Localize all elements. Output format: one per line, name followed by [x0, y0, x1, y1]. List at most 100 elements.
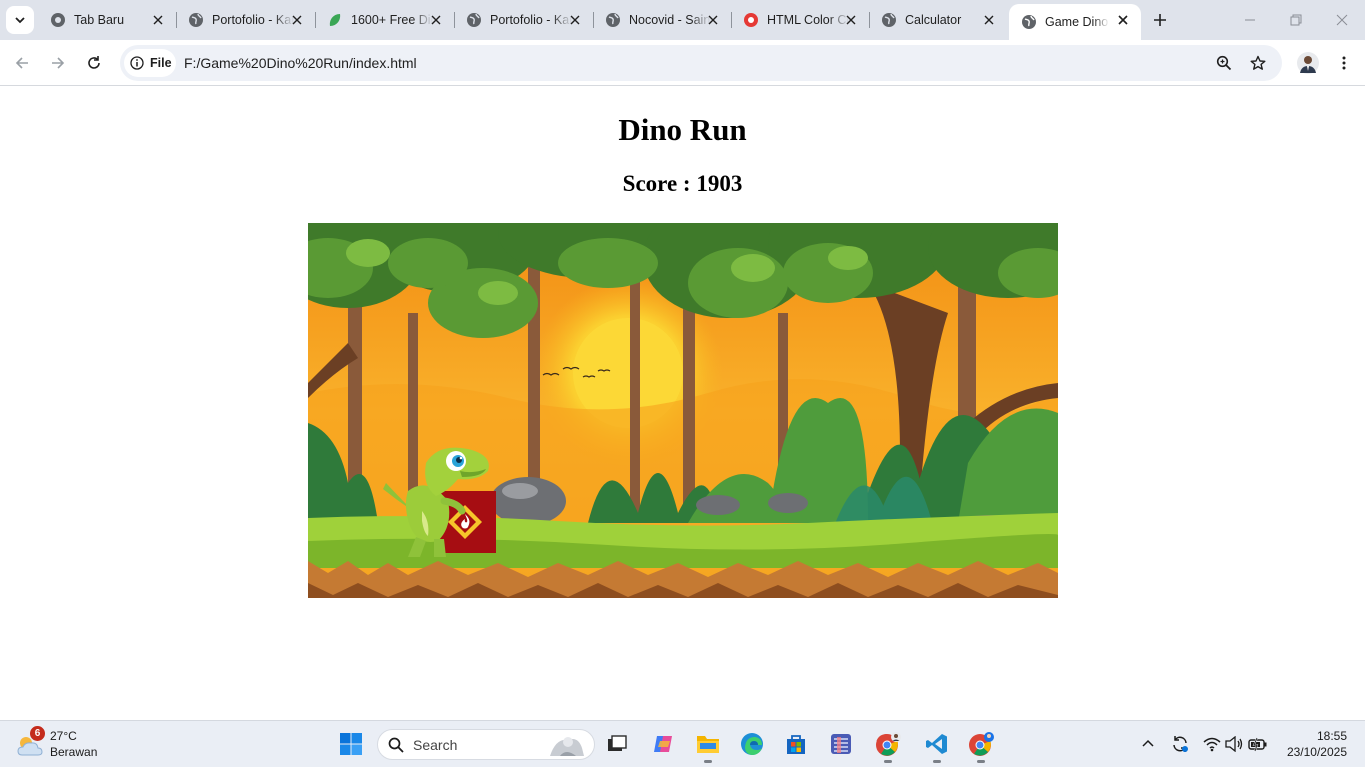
weather-desc: Berawan — [50, 745, 98, 759]
plus-icon — [1154, 14, 1166, 26]
edge-icon — [741, 733, 763, 755]
close-tab-icon[interactable] — [428, 12, 444, 28]
leaf-icon — [327, 12, 343, 28]
store-icon — [787, 735, 805, 754]
windows-logo-icon — [340, 733, 362, 755]
weather-widget[interactable]: 6 27°C Berawan — [14, 726, 124, 763]
arrow-left-icon — [15, 57, 28, 69]
microsoft-store-button[interactable] — [781, 729, 811, 759]
more-vert-icon — [1342, 56, 1346, 70]
minimize-button[interactable] — [1227, 0, 1273, 40]
search-placeholder: Search — [413, 737, 458, 753]
tab-portofolio-1[interactable]: Portofolio - Karya — [176, 0, 316, 40]
tab-title: Calculator — [905, 13, 962, 27]
edge-button[interactable] — [737, 729, 767, 759]
tab-nocovid[interactable]: Nocovid - Sains — [593, 0, 732, 40]
chrome-profile-icon — [876, 732, 901, 756]
show-hidden-icons-button[interactable] — [1138, 734, 1158, 754]
tab-title: Game Dino Run — [1045, 15, 1109, 29]
running-indicator — [704, 760, 712, 763]
game-canvas[interactable] — [308, 223, 1058, 598]
globe-icon — [188, 12, 204, 28]
chrome-taskbar-button-2[interactable] — [966, 729, 996, 763]
vscode-button[interactable] — [922, 729, 952, 763]
wifi-tray-icon[interactable] — [1202, 734, 1222, 754]
close-tab-icon[interactable] — [567, 12, 583, 28]
dino-character — [383, 447, 489, 557]
tab-game-dino-run[interactable]: Game Dino Run — [1009, 4, 1141, 40]
tab-title: Nocovid - Sains — [629, 13, 711, 27]
profile-avatar[interactable] — [1296, 51, 1320, 75]
app-button[interactable] — [826, 729, 856, 759]
reload-icon — [88, 56, 100, 69]
battery-tray-icon[interactable] — [1248, 734, 1268, 754]
close-tab-icon[interactable] — [705, 12, 721, 28]
taskbar-search[interactable]: Search — [377, 729, 595, 760]
clock-time: 18:55 — [1316, 729, 1347, 743]
close-window-button[interactable] — [1319, 0, 1365, 40]
running-indicator — [977, 760, 985, 763]
tab-calculator[interactable]: Calculator — [869, 0, 1007, 40]
tab-html-color-codes[interactable]: HTML Color Codes — [731, 0, 870, 40]
close-tab-icon[interactable] — [150, 12, 166, 28]
tab-title: Portofolio - Karya — [490, 13, 572, 27]
sync-tray-icon[interactable] — [1170, 734, 1190, 754]
address-bar[interactable]: File F:/Game%20Dino%20Run/index.html — [120, 45, 1282, 81]
close-tab-icon[interactable] — [289, 12, 305, 28]
minimize-icon — [1245, 19, 1255, 21]
running-indicator — [933, 760, 941, 763]
tab-search-button[interactable] — [6, 6, 34, 34]
reload-button[interactable] — [82, 51, 106, 75]
close-tab-icon[interactable] — [843, 12, 859, 28]
site-info-label: File — [150, 56, 172, 70]
tab-strip: Tab Baru Portofolio - Karya 1600+ Free D… — [0, 0, 1365, 40]
new-tab-button[interactable] — [1150, 10, 1170, 30]
bookmark-button[interactable] — [1248, 53, 1268, 73]
zoom-icon — [1216, 55, 1232, 71]
chevron-up-icon — [1142, 739, 1154, 747]
restore-button[interactable] — [1273, 0, 1319, 40]
wifi-icon — [1203, 737, 1221, 752]
close-tab-icon[interactable] — [981, 12, 997, 28]
chrome-taskbar-button[interactable] — [873, 729, 903, 763]
folder-icon — [697, 736, 719, 753]
info-icon — [130, 56, 144, 70]
browser-menu-button[interactable] — [1332, 51, 1356, 75]
page-title: Dino Run — [618, 112, 747, 147]
notification-badge: 6 — [30, 726, 45, 741]
globe-icon — [466, 12, 482, 28]
url-text[interactable]: F:/Game%20Dino%20Run/index.html — [184, 55, 417, 71]
globe-icon — [605, 12, 621, 28]
tab-title: Tab Baru — [74, 13, 125, 27]
arrow-right-icon — [52, 57, 65, 69]
running-indicator — [884, 760, 892, 763]
chevron-down-icon — [15, 17, 25, 24]
page-content: Dino Run Score : 1903 — [0, 87, 1365, 720]
tab-title: HTML Color Codes — [767, 13, 849, 27]
back-button[interactable] — [10, 51, 34, 75]
tab-free-dino[interactable]: 1600+ Free Dino — [315, 0, 455, 40]
site-info-chip[interactable]: File — [124, 49, 176, 77]
windows-taskbar: 6 27°C Berawan Search 18:55 23/10/2025 — [0, 720, 1365, 767]
tab-portofolio-2[interactable]: Portofolio - Karya — [454, 0, 594, 40]
file-explorer-button[interactable] — [693, 729, 723, 763]
volume-tray-icon[interactable] — [1224, 734, 1244, 754]
zoom-button[interactable] — [1214, 53, 1234, 73]
red-circle-icon — [743, 12, 759, 28]
search-highlight-icon — [550, 737, 584, 756]
start-button[interactable] — [336, 729, 366, 759]
task-view-button[interactable] — [602, 729, 632, 759]
score-display: Score : 1903 — [622, 171, 743, 196]
task-view-icon — [608, 735, 627, 751]
weather-temp: 27°C — [50, 729, 77, 743]
sync-icon — [1173, 736, 1188, 752]
forward-button[interactable] — [46, 51, 70, 75]
speaker-icon — [1225, 736, 1243, 752]
system-clock[interactable]: 18:55 23/10/2025 — [1287, 728, 1347, 760]
copilot-button[interactable] — [649, 729, 679, 759]
tab-new-tab[interactable]: Tab Baru — [38, 0, 177, 40]
tab-title: 1600+ Free Dino — [351, 13, 433, 27]
close-icon — [1336, 14, 1348, 26]
vscode-icon — [926, 734, 947, 754]
close-tab-icon[interactable] — [1115, 12, 1131, 28]
